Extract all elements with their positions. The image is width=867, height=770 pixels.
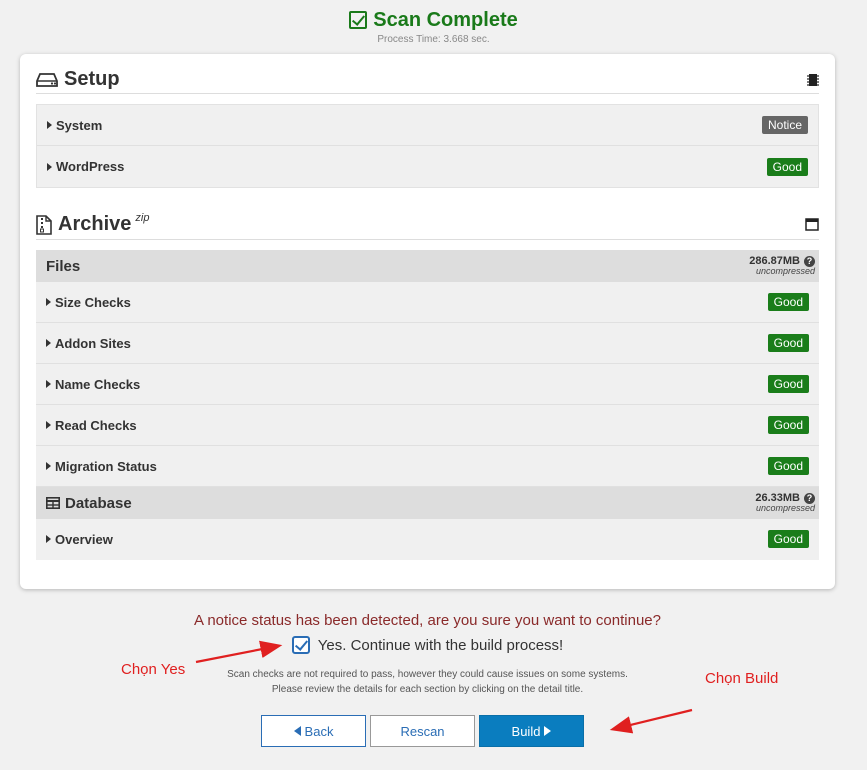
table-icon <box>46 497 60 509</box>
database-title: Database <box>65 494 132 512</box>
rescan-button[interactable]: Rescan <box>370 715 475 747</box>
checked-box-icon <box>349 11 368 29</box>
caret-right-icon <box>46 380 51 388</box>
caret-right-icon <box>46 339 51 347</box>
back-button[interactable]: Back <box>261 715 366 747</box>
database-size-note: uncompressed <box>755 503 815 513</box>
files-row-addon-sites[interactable]: Addon Sites Good <box>36 323 819 364</box>
files-size: 286.87MB? uncompressed <box>749 256 815 276</box>
setup-row-system[interactable]: System Notice <box>37 105 818 146</box>
setup-panel: System Notice WordPress Good <box>36 104 819 188</box>
setup-title: Setup <box>64 68 120 90</box>
database-group-header: Database 26.33MB? uncompressed <box>36 487 819 519</box>
status-badge: Notice <box>761 116 808 134</box>
back-button-label: Back <box>304 723 334 739</box>
status-badge: Good <box>767 375 809 393</box>
files-title: Files <box>46 257 81 275</box>
caret-right-icon <box>46 298 51 306</box>
files-row-read-checks[interactable]: Read Checks Good <box>36 405 819 446</box>
build-button-label: Build <box>511 723 541 739</box>
notice-warning: A notice status has been detected, are y… <box>194 612 661 629</box>
caret-right-icon <box>47 162 52 171</box>
caret-right-icon <box>46 462 51 470</box>
build-button[interactable]: Build <box>479 715 584 747</box>
status-badge: Good <box>767 334 809 352</box>
status-badge: Good <box>767 530 809 548</box>
row-label: Addon Sites <box>55 335 131 351</box>
row-label: Size Checks <box>55 294 131 310</box>
row-label: Name Checks <box>55 376 141 392</box>
zip-file-icon <box>36 214 52 235</box>
arrow-left-icon <box>293 726 301 736</box>
database-row-overview[interactable]: Overview Good <box>36 519 819 559</box>
row-label: Read Checks <box>55 417 137 433</box>
window-icon[interactable] <box>805 218 819 231</box>
process-time: Process Time: 3.668 sec. <box>377 34 490 45</box>
setup-section-header[interactable]: Setup <box>36 66 819 94</box>
status-badge: Good <box>767 416 809 434</box>
arrow-right-icon <box>544 726 552 736</box>
status-badge: Good <box>766 157 808 176</box>
annotation-choose-build: Chọn Build <box>705 670 779 687</box>
archive-title: Archive <box>58 213 132 235</box>
status-badge: Good <box>767 293 809 311</box>
files-row-name-checks[interactable]: Name Checks Good <box>36 364 819 405</box>
arrow-to-build <box>609 708 693 734</box>
scan-results-card: Setup System Notice WordPress Good Archi… <box>20 54 835 589</box>
continue-checkbox[interactable] <box>291 636 310 654</box>
row-label: Overview <box>55 531 113 547</box>
scan-header: Scan Complete Process Time: 3.668 sec. <box>0 8 867 45</box>
microchip-icon[interactable] <box>807 73 819 87</box>
database-title-wrap: Database <box>46 495 132 512</box>
files-size-note: uncompressed <box>755 266 815 276</box>
archive-panel: Files 286.87MB? uncompressed Size Checks… <box>36 250 819 560</box>
files-group-header: Files 286.87MB? uncompressed <box>36 250 819 282</box>
archive-format-tag: zip <box>135 212 150 224</box>
row-label: WordPress <box>56 159 125 174</box>
setup-row-wordpress[interactable]: WordPress Good <box>37 146 818 187</box>
archive-section-header[interactable]: Archive zip <box>36 210 819 240</box>
caret-right-icon <box>46 421 51 429</box>
caret-right-icon <box>46 535 51 543</box>
page-title: Scan Complete <box>373 8 518 31</box>
rescan-button-label: Rescan <box>400 723 445 739</box>
hard-drive-icon <box>36 72 58 87</box>
row-label: Migration Status <box>55 458 157 474</box>
row-label: System <box>56 117 103 133</box>
caret-right-icon <box>47 121 52 129</box>
continue-checkbox-label[interactable]: Yes. Continue with the build process! <box>318 637 563 654</box>
status-badge: Good <box>767 457 809 475</box>
confirm-continue: Yes. Continue with the build process! <box>0 636 855 654</box>
files-row-size-checks[interactable]: Size Checks Good <box>36 282 819 323</box>
database-size: 26.33MB? uncompressed <box>755 493 815 513</box>
files-row-migration-status[interactable]: Migration Status Good <box>36 446 819 487</box>
annotation-choose-yes: Chọn Yes <box>121 661 186 678</box>
